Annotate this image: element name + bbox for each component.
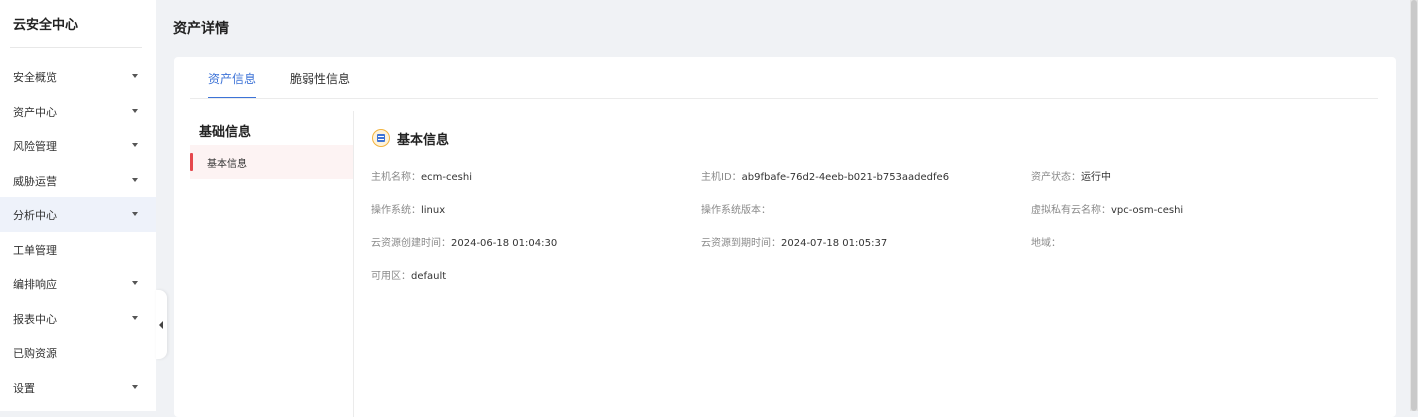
chevron-down-icon — [132, 384, 138, 389]
sidebar-item-label: 工单管理 — [13, 243, 57, 257]
chevron-down-icon — [132, 315, 138, 320]
sidebar-item-label: 分析中心 — [13, 209, 57, 222]
field-label: 操作系统： — [371, 205, 421, 216]
field-region: 地域： — [1031, 234, 1061, 249]
tab-asset-info[interactable]: 资产信息 — [208, 70, 256, 87]
chevron-down-icon — [132, 74, 138, 78]
field-label: 主机ID： — [701, 172, 742, 183]
sidebar-item-security-overview[interactable]: 安全概览 — [0, 59, 156, 94]
field-os: 操作系统：linux — [371, 201, 445, 216]
sidebar-collapse-button[interactable] — [156, 290, 167, 359]
sidebar-item-analysis-center[interactable]: 分析中心 — [0, 197, 156, 232]
sidebar-item-purchased-resources[interactable]: 已购资源 — [0, 335, 156, 370]
sidebar-item-ticket-management[interactable]: 工单管理 — [0, 232, 156, 267]
left-nav-item-basic-info[interactable]: 基本信息 — [190, 145, 353, 179]
sidebar: 云安全中心 安全概览 资产中心 风险管理 威胁运营 分析中心 工单管理 编排响应 — [0, 0, 156, 411]
list-icon — [372, 129, 390, 147]
sidebar-item-risk-management[interactable]: 风险管理 — [0, 128, 156, 163]
field-value: linux — [421, 205, 446, 216]
chevron-down-icon — [132, 281, 138, 285]
sidebar-item-label: 编排响应 — [13, 278, 57, 291]
sidebar-item-asset-center[interactable]: 资产中心 — [0, 94, 156, 129]
chevron-down-icon — [132, 212, 138, 216]
app-title: 云安全中心 — [13, 18, 79, 33]
field-value: ecm-ceshi — [421, 172, 472, 183]
field-value: 2024-06-18 01:04:30 — [451, 238, 558, 249]
field-os-version: 操作系统版本： — [701, 201, 771, 216]
page-title: 资产详情 — [173, 21, 229, 37]
sidebar-item-label: 威胁运营 — [13, 174, 57, 188]
chevron-down-icon — [132, 177, 138, 182]
field-label: 云资源到期时间： — [701, 238, 781, 249]
field-label: 可用区： — [371, 271, 411, 282]
divider — [10, 47, 142, 48]
sidebar-item-label: 设置 — [13, 381, 35, 395]
chevron-down-icon — [132, 143, 138, 147]
left-nav-item-label: 基本信息 — [207, 159, 247, 170]
vertical-scrollbar[interactable] — [1410, 0, 1418, 411]
field-label: 主机名称： — [371, 172, 421, 183]
active-marker — [190, 153, 193, 171]
field-expire-time: 云资源到期时间：2024-07-18 01:05:37 — [701, 234, 887, 249]
sidebar-item-report-center[interactable]: 报表中心 — [0, 301, 156, 336]
field-label: 操作系统版本： — [701, 205, 771, 216]
field-created-time: 云资源创建时间：2024-06-18 01:04:30 — [371, 234, 557, 249]
field-value: ab9fbafe-76d2-4eeb-b021-b753aadedfe6 — [741, 172, 950, 183]
sidebar-item-settings[interactable]: 设置 — [0, 370, 156, 405]
divider — [353, 111, 354, 417]
field-host-name: 主机名称：ecm-ceshi — [371, 168, 472, 183]
field-host-id: 主机ID：ab9fbafe-76d2-4eeb-b021-b753aadedfe… — [701, 168, 949, 183]
asset-detail-card: 资产信息 脆弱性信息 基础信息 基本信息 基本信息 主机名称：ecm-ceshi… — [174, 57, 1396, 417]
field-availability-zone: 可用区：default — [371, 267, 446, 282]
sidebar-item-label: 报表中心 — [13, 312, 57, 326]
scrollbar-thumb[interactable] — [1411, 0, 1417, 411]
sidebar-item-label: 已购资源 — [13, 347, 57, 360]
chevron-left-icon — [159, 321, 163, 329]
field-asset-status: 资产状态：运行中 — [1031, 168, 1111, 183]
divider — [190, 98, 1378, 99]
sidebar-item-orchestration-response[interactable]: 编排响应 — [0, 266, 156, 301]
field-value: 2024-07-18 01:05:37 — [781, 238, 888, 249]
field-label: 云资源创建时间： — [371, 238, 451, 249]
field-value: default — [411, 271, 447, 282]
sidebar-item-label: 风险管理 — [13, 140, 57, 153]
sidebar-item-label: 资产中心 — [13, 105, 57, 119]
tab-vulnerability-info[interactable]: 脆弱性信息 — [290, 70, 350, 87]
sidebar-item-label: 安全概览 — [13, 71, 57, 84]
sidebar-menu: 安全概览 资产中心 风险管理 威胁运营 分析中心 工单管理 编排响应 报表中心 — [0, 59, 156, 404]
field-value: vpc-osm-ceshi — [1111, 205, 1184, 216]
left-nav-title: 基础信息 — [199, 125, 252, 140]
field-value: 运行中 — [1081, 172, 1111, 183]
section-title: 基本信息 — [397, 133, 450, 148]
field-label: 虚拟私有云名称： — [1031, 205, 1111, 216]
chevron-down-icon — [132, 108, 138, 113]
field-vpc-name: 虚拟私有云名称：vpc-osm-ceshi — [1031, 201, 1183, 216]
sidebar-item-threat-operations[interactable]: 威胁运营 — [0, 163, 156, 198]
field-label: 资产状态： — [1031, 172, 1081, 183]
field-label: 地域： — [1031, 238, 1061, 249]
